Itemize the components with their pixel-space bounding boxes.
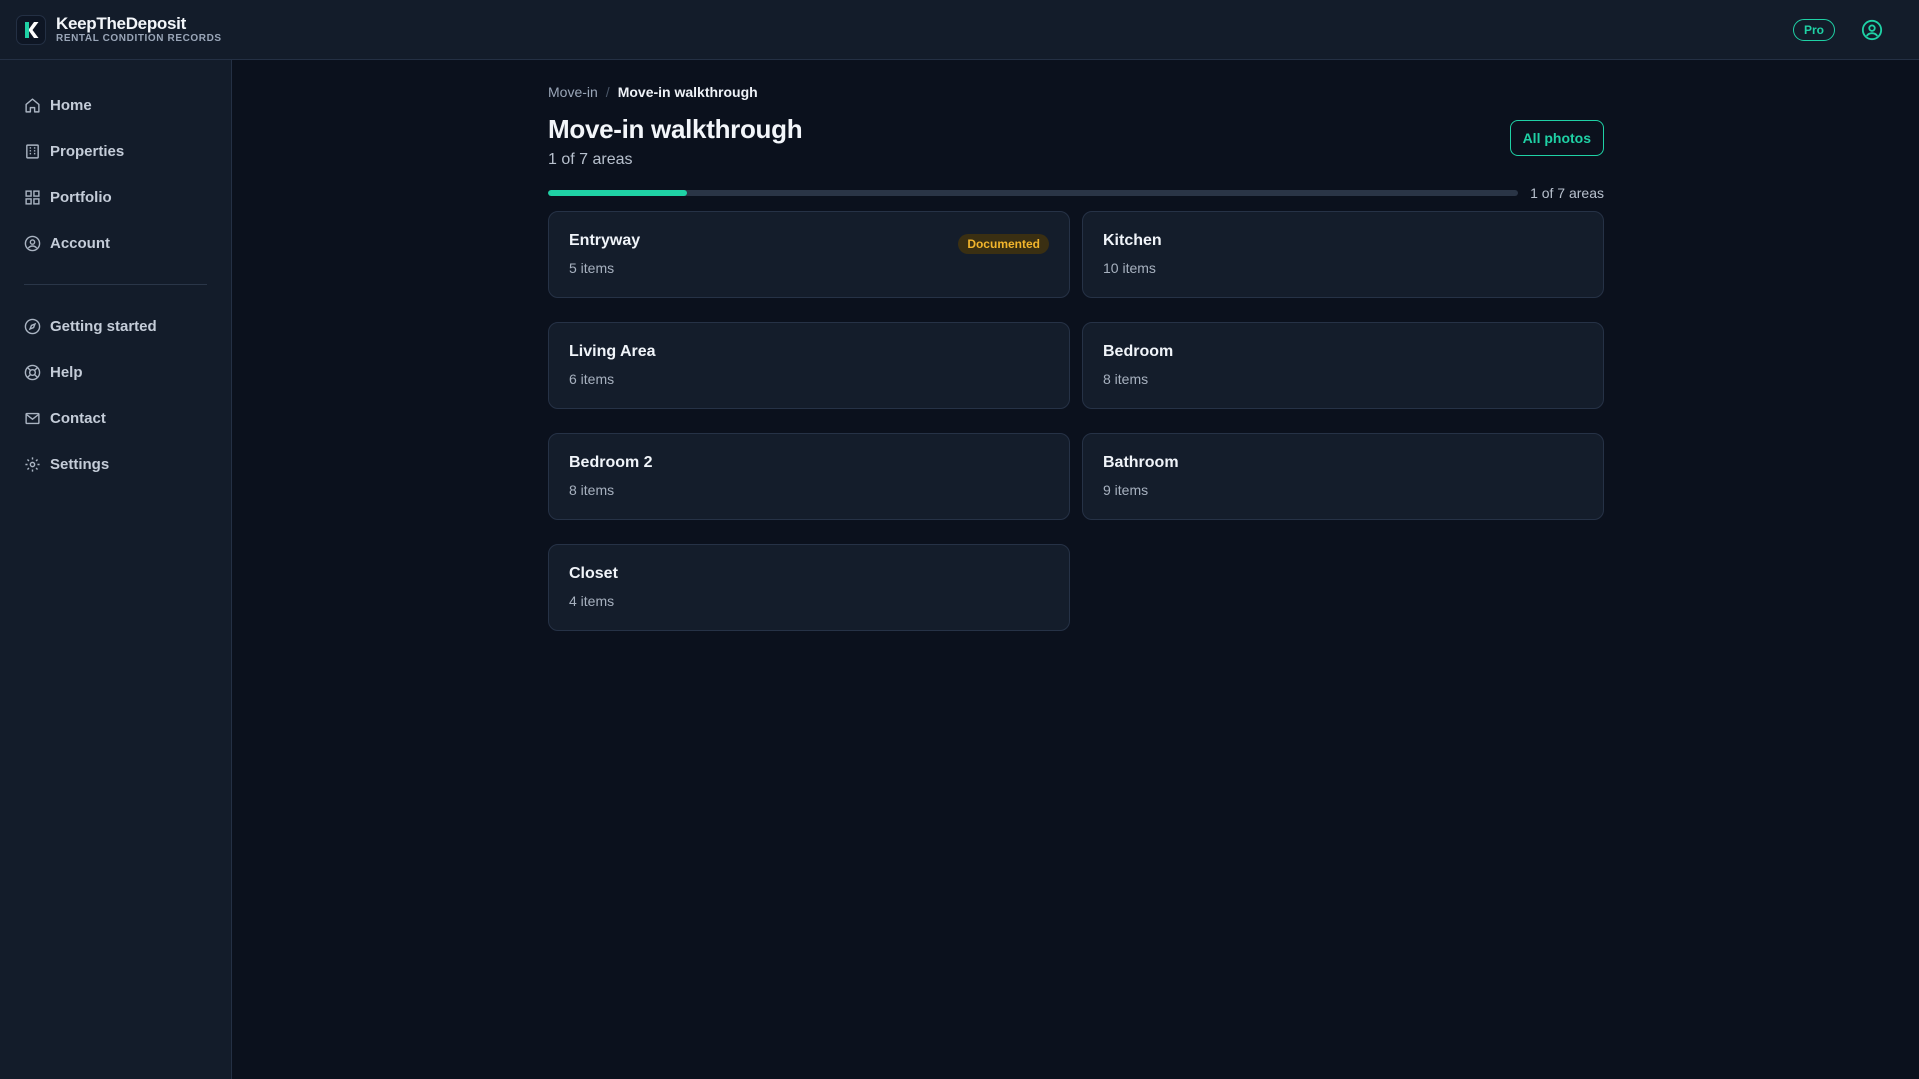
sidebar-item-properties[interactable]: Properties (0, 128, 231, 174)
area-item-count: 5 items (569, 260, 615, 276)
area-grid: Entryway 5 items Documented Kitchen 10 i… (548, 211, 1604, 631)
area-card-closet[interactable]: Closet 4 items (548, 544, 1070, 631)
sidebar-item-label: Properties (50, 142, 125, 160)
area-item-count: 9 items (1103, 482, 1149, 498)
sidebar: Home Properties Portfolio Account Gettin… (0, 60, 232, 1079)
sidebar-item-contact[interactable]: Contact (0, 395, 231, 441)
area-name: Living Area (569, 343, 656, 360)
page-subtitle: 1 of 7 areas (548, 151, 633, 168)
sidebar-item-settings[interactable]: Settings (0, 441, 231, 487)
grid-icon (25, 189, 40, 205)
sidebar-item-account[interactable]: Account (0, 220, 231, 266)
mail-icon (25, 412, 40, 424)
building-icon (26, 143, 39, 159)
area-card-living-area[interactable]: Living Area 6 items (548, 322, 1070, 409)
brand-name: KeepTheDeposit (56, 14, 186, 33)
sidebar-item-portfolio[interactable]: Portfolio (0, 174, 231, 220)
sidebar-item-label: Help (50, 363, 83, 381)
area-card-bathroom[interactable]: Bathroom 9 items (1082, 433, 1604, 520)
area-item-count: 8 items (569, 482, 615, 498)
user-circle-icon (24, 235, 41, 251)
sidebar-item-label: Account (50, 234, 110, 252)
status-badge: Documented (958, 234, 1049, 254)
progress-label: 1 of 7 areas (1530, 185, 1604, 201)
area-item-count: 8 items (1103, 371, 1149, 387)
area-name: Bedroom (1103, 343, 1174, 360)
sidebar-item-label: Settings (50, 455, 110, 473)
user-avatar-icon[interactable] (1861, 19, 1883, 41)
breadcrumb-current: Move-in walkthrough (617, 84, 758, 100)
sidebar-item-label: Getting started (50, 317, 157, 335)
progress-track (548, 190, 1519, 196)
lifebuoy-icon (24, 364, 41, 380)
area-card-entryway[interactable]: Entryway 5 items Documented (548, 211, 1070, 298)
sidebar-item-label: Portfolio (50, 188, 112, 206)
all-photos-button[interactable]: All photos (1509, 120, 1604, 156)
brand[interactable]: KeepTheDeposit RENTAL CONDITION RECORDS (56, 15, 222, 44)
area-card-kitchen[interactable]: Kitchen 10 items (1082, 211, 1604, 298)
sidebar-divider (24, 284, 207, 285)
area-item-count: 6 items (569, 371, 615, 387)
progress: 1 of 7 areas (548, 185, 1604, 201)
compass-icon (24, 318, 41, 334)
area-card-bedroom[interactable]: Bedroom 8 items (1082, 322, 1604, 409)
area-name: Bedroom 2 (569, 454, 653, 471)
area-item-count: 10 items (1103, 260, 1156, 276)
plan-badge[interactable]: Pro (1792, 18, 1835, 41)
sidebar-item-label: Contact (50, 409, 106, 427)
sidebar-item-help[interactable]: Help (0, 349, 231, 395)
area-name: Kitchen (1103, 232, 1162, 249)
page-title: Move-in walkthrough (548, 114, 803, 144)
gear-icon (25, 456, 40, 472)
area-name: Bathroom (1103, 454, 1179, 471)
area-item-count: 4 items (569, 593, 615, 609)
breadcrumb-parent[interactable]: Move-in (548, 84, 598, 100)
breadcrumb: Move-in / Move-in walkthrough (548, 84, 1604, 100)
brand-tagline: RENTAL CONDITION RECORDS (56, 33, 222, 44)
logo-icon[interactable] (16, 14, 46, 45)
top-bar: KeepTheDeposit RENTAL CONDITION RECORDS … (0, 0, 1919, 60)
main-content: Move-in / Move-in walkthrough Move-in wa… (548, 60, 1604, 631)
sidebar-item-getting-started[interactable]: Getting started (0, 303, 231, 349)
sidebar-item-home[interactable]: Home (0, 82, 231, 128)
area-card-bedroom-2[interactable]: Bedroom 2 8 items (548, 433, 1070, 520)
progress-fill (548, 190, 687, 196)
breadcrumb-separator: / (605, 84, 610, 100)
area-name: Closet (569, 565, 618, 582)
home-icon (25, 97, 40, 113)
sidebar-item-label: Home (50, 96, 92, 114)
